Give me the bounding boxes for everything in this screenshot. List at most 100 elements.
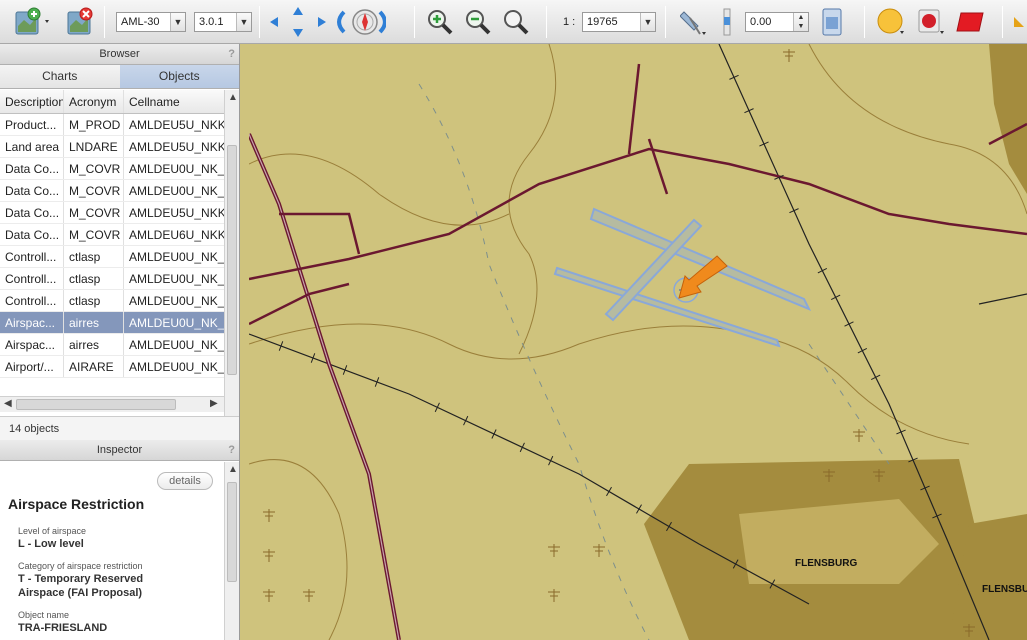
cell-cellname: AMLDEU0U_NK_F xyxy=(129,162,224,176)
table-row[interactable]: Land area LNDARE AMLDEU5U_NKKI xyxy=(0,136,224,158)
railway-tick xyxy=(519,442,525,453)
inspector-scrollbar[interactable]: ▲ xyxy=(224,462,239,640)
pan-left-icon[interactable] xyxy=(270,17,278,27)
pan-down-icon[interactable] xyxy=(293,29,303,37)
object-title: Airspace Restriction xyxy=(8,496,145,512)
railway-tick xyxy=(463,415,469,426)
cell-description: Controll... xyxy=(0,290,64,311)
scroll-up-icon[interactable]: ▲ xyxy=(228,92,238,103)
chart-map[interactable]: FLENSBURG FLENSBURG xyxy=(249,44,1027,640)
remove-chart-button[interactable] xyxy=(66,0,94,44)
cell-cellname: AMLDEU5U_NKKI xyxy=(129,206,224,220)
field-level: Level of airspace L - Low level xyxy=(18,526,86,551)
document-button[interactable] xyxy=(820,0,844,44)
spinner-icon[interactable]: ▲ ▼ xyxy=(793,13,808,31)
field-value: TRA-FRIESLAND xyxy=(18,622,108,634)
chart-select-value: AML-30 xyxy=(121,16,160,28)
cell-acronym: M_COVR xyxy=(64,158,124,179)
table-row[interactable]: Product... M_PROD AMLDEU5U_NKKI xyxy=(0,114,224,136)
rotate-right-icon[interactable] xyxy=(378,10,386,34)
cell-cellname: AMLDEU0U_NK_F xyxy=(129,272,224,286)
table-row[interactable]: Airspac... airres AMLDEU0U_NK_N xyxy=(0,334,224,356)
scroll-thumb[interactable] xyxy=(227,482,237,582)
inspector-header: Inspector ? xyxy=(0,440,239,461)
record-button[interactable] xyxy=(916,0,946,44)
place-label[interactable]: FLENSBURG xyxy=(982,584,1027,595)
field-label: Object name xyxy=(18,610,70,620)
eraser-button[interactable] xyxy=(955,0,985,44)
tab-charts[interactable]: Charts xyxy=(0,65,120,88)
pan-controls xyxy=(266,0,386,44)
inspector-help-icon[interactable]: ? xyxy=(228,440,235,460)
compass-icon[interactable] xyxy=(352,9,378,35)
column-header-acronym[interactable]: Acronym xyxy=(64,90,124,113)
pan-up-icon[interactable] xyxy=(293,7,303,15)
depth-value: 0.00 xyxy=(750,16,772,28)
scroll-thumb[interactable] xyxy=(16,399,176,410)
cell-acronym: LNDARE xyxy=(64,136,124,157)
railway-tick xyxy=(434,402,440,413)
place-label[interactable]: FLENSBURG xyxy=(795,558,857,569)
table-row[interactable]: Data Co... M_COVR AMLDEU5U_NKKI xyxy=(0,202,224,224)
railway-tick xyxy=(491,429,497,439)
version-select[interactable]: 3.0.1 ▼ xyxy=(194,12,252,32)
table-row[interactable]: Data Co... M_COVR AMLDEU0U_NK_F xyxy=(0,158,224,180)
details-button[interactable]: details xyxy=(157,472,213,490)
table-row[interactable]: Controll... ctlasp AMLDEU0U_NK_F xyxy=(0,246,224,268)
cell-description: Land area xyxy=(0,136,64,157)
chevron-down-icon: ▼ xyxy=(236,13,251,31)
table-row[interactable]: Controll... ctlasp AMLDEU0U_NK_F xyxy=(0,268,224,290)
cell-acronym: ctlasp xyxy=(64,246,124,267)
chart-select[interactable]: AML-30 ▼ xyxy=(116,12,186,32)
chevron-down-icon: ▼ xyxy=(170,13,185,31)
cell-description: Data Co... xyxy=(0,202,64,223)
field-value: L - Low level xyxy=(18,538,84,550)
table-row[interactable]: Controll... ctlasp AMLDEU0U_NK_F xyxy=(0,290,224,312)
field-object-name: Object name TRA-FRIESLAND xyxy=(18,610,107,635)
tab-objects[interactable]: Objects xyxy=(119,65,239,88)
pan-right-icon[interactable] xyxy=(318,17,326,27)
depth-input[interactable]: 0.00 ▲ ▼ xyxy=(745,12,809,32)
cell-cellname: AMLDEU0U_NK_F xyxy=(129,294,224,308)
table-horizontal-scrollbar[interactable]: ◀ ▶ xyxy=(0,396,224,412)
table-row[interactable]: Airport/... AIRARE AMLDEU0U_NK_F xyxy=(0,356,224,378)
zoom-out-button[interactable] xyxy=(464,0,492,44)
table-vertical-scrollbar[interactable]: ▲ ▼ xyxy=(224,90,239,442)
sun-button[interactable] xyxy=(876,0,906,44)
field-label: Level of airspace xyxy=(18,526,87,536)
eraser-icon xyxy=(956,12,984,32)
cell-description: Controll... xyxy=(0,268,64,289)
scroll-up-icon[interactable]: ▲ xyxy=(228,464,238,475)
left-panel: Browser ? Charts Objects Description Acr… xyxy=(0,44,240,640)
cell-description: Controll... xyxy=(0,246,64,267)
rotate-left-icon[interactable] xyxy=(337,10,346,34)
column-header-description[interactable]: Description xyxy=(0,90,64,113)
cell-cellname: AMLDEU5U_NKKI xyxy=(129,118,224,132)
cell-acronym: airres xyxy=(64,334,124,355)
more-icon[interactable] xyxy=(1010,0,1027,44)
measure-button[interactable] xyxy=(680,0,710,44)
scroll-left-icon[interactable]: ◀ xyxy=(4,398,12,409)
cell-description: Product... xyxy=(0,114,64,135)
zoom-fit-button[interactable] xyxy=(502,0,530,44)
cell-description: Airport/... xyxy=(0,356,64,377)
table-row[interactable]: Data Co... M_COVR AMLDEU6U_NKKI xyxy=(0,224,224,246)
inspector-panel: details Airspace Restriction Level of ai… xyxy=(0,462,224,640)
cell-description: Data Co... xyxy=(0,180,64,201)
scroll-thumb[interactable] xyxy=(227,145,237,375)
chevron-down-icon: ▼ xyxy=(640,13,655,31)
table-row[interactable]: Airspac... airres AMLDEU0U_NK_F xyxy=(0,312,224,334)
railway-tick xyxy=(830,294,841,301)
railway-tick xyxy=(636,504,642,514)
browser-help-icon[interactable]: ? xyxy=(228,44,235,64)
scale-select[interactable]: 19765 ▼ xyxy=(582,12,656,32)
add-chart-button[interactable] xyxy=(14,0,52,44)
browser-tabs: Charts Objects xyxy=(0,65,239,89)
column-header-cellname[interactable]: Cellname xyxy=(124,90,224,113)
panel-splitter[interactable] xyxy=(240,44,249,640)
scroll-right-icon[interactable]: ▶ xyxy=(210,398,218,409)
built-area-inner xyxy=(739,499,939,584)
zoom-in-button[interactable] xyxy=(426,0,454,44)
cell-cellname: AMLDEU6U_NKKI xyxy=(129,228,224,242)
table-row[interactable]: Data Co... M_COVR AMLDEU0U_NK_N xyxy=(0,180,224,202)
